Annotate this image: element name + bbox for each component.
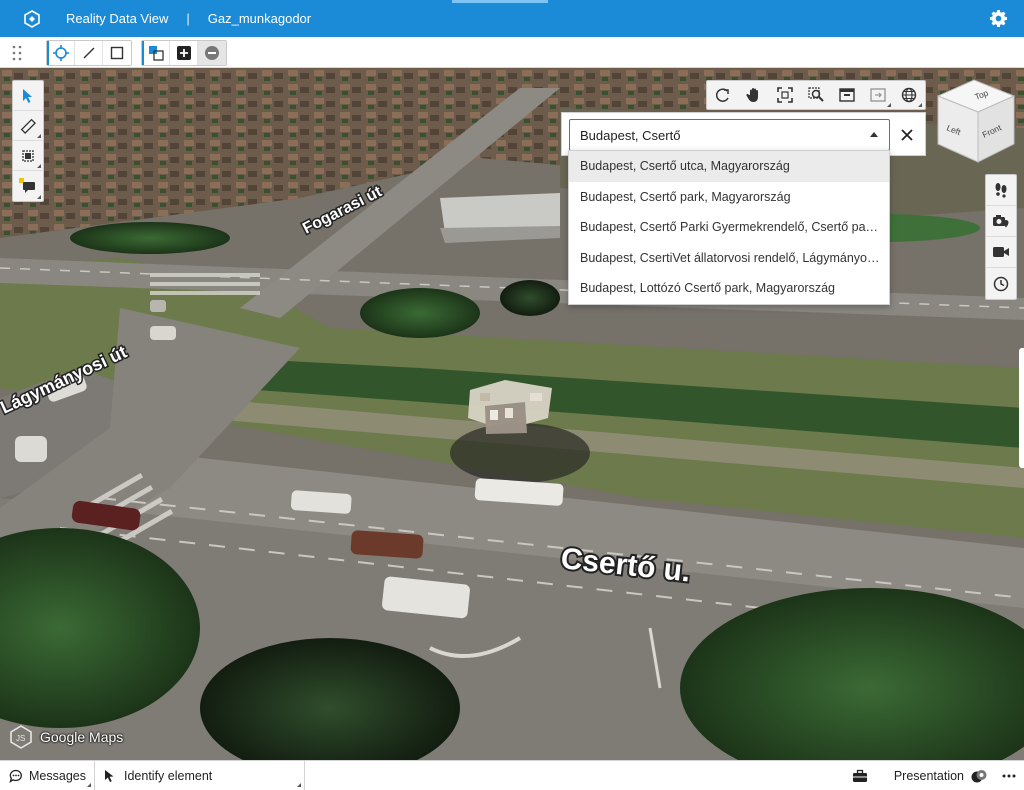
right-tool-palette	[985, 174, 1017, 300]
selection-mode-group	[46, 40, 132, 66]
caret-up-icon[interactable]	[870, 132, 878, 137]
camera-location-icon	[993, 215, 1009, 228]
measure-icon	[20, 118, 36, 134]
saved-views-icon	[869, 88, 886, 102]
rotate-view-button[interactable]	[707, 81, 738, 109]
window-area-button[interactable]	[831, 81, 862, 109]
select-tool-button[interactable]	[13, 81, 43, 111]
select-point-icon	[52, 45, 69, 61]
walk-tool-button[interactable]	[986, 175, 1016, 206]
pointer-icon	[105, 769, 114, 782]
search-result-item[interactable]: Budapest, Csertő Parki Gyermekrendelő, C…	[569, 212, 889, 243]
title-bar: Reality Data View | Gaz_munkagodor	[0, 0, 1024, 37]
status-bar: Messages Identify element Presentation	[0, 760, 1024, 790]
markup-tool-button[interactable]	[13, 171, 43, 201]
map-viewport[interactable]: Fogarasi út Lágymányosi út Csertő u. Bud…	[0, 68, 1024, 760]
timeline-button[interactable]	[986, 268, 1016, 299]
section-tool-button[interactable]	[13, 141, 43, 171]
camera-location-button[interactable]	[986, 206, 1016, 237]
fit-view-icon	[776, 87, 793, 103]
globe-icon	[901, 87, 916, 103]
identify-element-button[interactable]: Identify element	[95, 760, 305, 790]
briefcase-icon	[852, 769, 867, 782]
more-dots-icon	[1002, 774, 1016, 778]
close-icon	[901, 129, 913, 141]
select-point-button[interactable]	[47, 41, 75, 65]
remove-icon	[205, 46, 219, 60]
identify-element-label: Identify element	[124, 768, 213, 783]
search-result-item[interactable]: Budapest, CsertiVet állatorvosi rendelő,…	[569, 243, 889, 274]
tool-settings-bar	[0, 37, 1024, 68]
measure-tool-button[interactable]	[13, 111, 43, 141]
clock-icon	[993, 276, 1009, 291]
selection-set-button[interactable]	[142, 41, 170, 65]
messages-button[interactable]: Messages	[0, 760, 95, 790]
rectangle-icon	[110, 46, 124, 60]
more-options-button[interactable]	[1002, 774, 1016, 778]
presentation-label: Presentation	[893, 769, 964, 783]
search-results-dropdown: Budapest, Csertő utca, Magyarország Buda…	[568, 150, 890, 305]
location-search-input[interactable]	[569, 119, 890, 151]
video-camera-button[interactable]	[986, 237, 1016, 268]
app-window: Reality Data View | Gaz_munkagodor Fogar…	[0, 0, 1024, 790]
close-search-button[interactable]	[897, 125, 917, 145]
line-icon	[83, 47, 94, 59]
svg-text:JS: JS	[16, 734, 25, 743]
search-result-item[interactable]: Budapest, Csertő park, Magyarország	[569, 182, 889, 213]
side-panel-handle[interactable]	[1019, 348, 1024, 468]
video-camera-icon	[993, 247, 1009, 257]
app-logo-icon[interactable]	[22, 9, 42, 29]
fit-view-button[interactable]	[769, 81, 800, 109]
select-line-button[interactable]	[75, 41, 103, 65]
title-separator: |	[186, 11, 190, 26]
status-right-section: Presentation	[852, 761, 1024, 790]
title-accent-line	[452, 0, 548, 3]
add-to-selection-button[interactable]	[170, 41, 198, 65]
search-result-item[interactable]: Budapest, Lottózó Csertő park, Magyarors…	[569, 273, 889, 304]
selection-set-icon	[148, 46, 164, 61]
project-name: Gaz_munkagodor	[207, 11, 312, 26]
clip-section-icon	[22, 149, 34, 162]
pan-view-button[interactable]	[738, 81, 769, 109]
saved-views-button[interactable]	[862, 81, 893, 109]
map-attribution: JS Google Maps	[8, 724, 123, 750]
select-box-button[interactable]	[103, 41, 131, 65]
itwinjs-logo-icon[interactable]: JS	[8, 724, 34, 750]
drag-grip-icon[interactable]	[12, 45, 22, 61]
cursor-icon	[23, 88, 32, 103]
walk-icon	[995, 183, 1007, 198]
background-map-button[interactable]	[893, 81, 924, 109]
rotate-icon	[715, 88, 729, 102]
remove-from-selection-button[interactable]	[198, 41, 226, 65]
app-title: Reality Data View	[66, 11, 169, 26]
presentation-button[interactable]: Presentation	[894, 769, 988, 783]
zoom-window-icon	[807, 87, 824, 102]
pan-hand-icon	[745, 88, 758, 102]
briefcase-button[interactable]	[852, 769, 868, 783]
add-icon	[176, 46, 191, 60]
view-tools-palette	[706, 80, 926, 110]
message-bubble-icon	[9, 769, 22, 783]
left-tool-palette	[12, 80, 44, 202]
search-result-item[interactable]: Budapest, Csertő utca, Magyarország	[569, 151, 889, 182]
navigation-cube[interactable]: Top Left Front	[932, 78, 1016, 166]
google-maps-attribution: Google Maps	[40, 729, 124, 745]
zoom-window-button[interactable]	[800, 81, 831, 109]
gear-icon[interactable]	[989, 9, 1008, 28]
markup-comment-icon	[19, 178, 35, 193]
messages-label: Messages	[29, 768, 86, 783]
selection-set-group	[141, 40, 227, 66]
window-area-icon	[838, 88, 855, 102]
render-mode-icon	[971, 770, 987, 783]
